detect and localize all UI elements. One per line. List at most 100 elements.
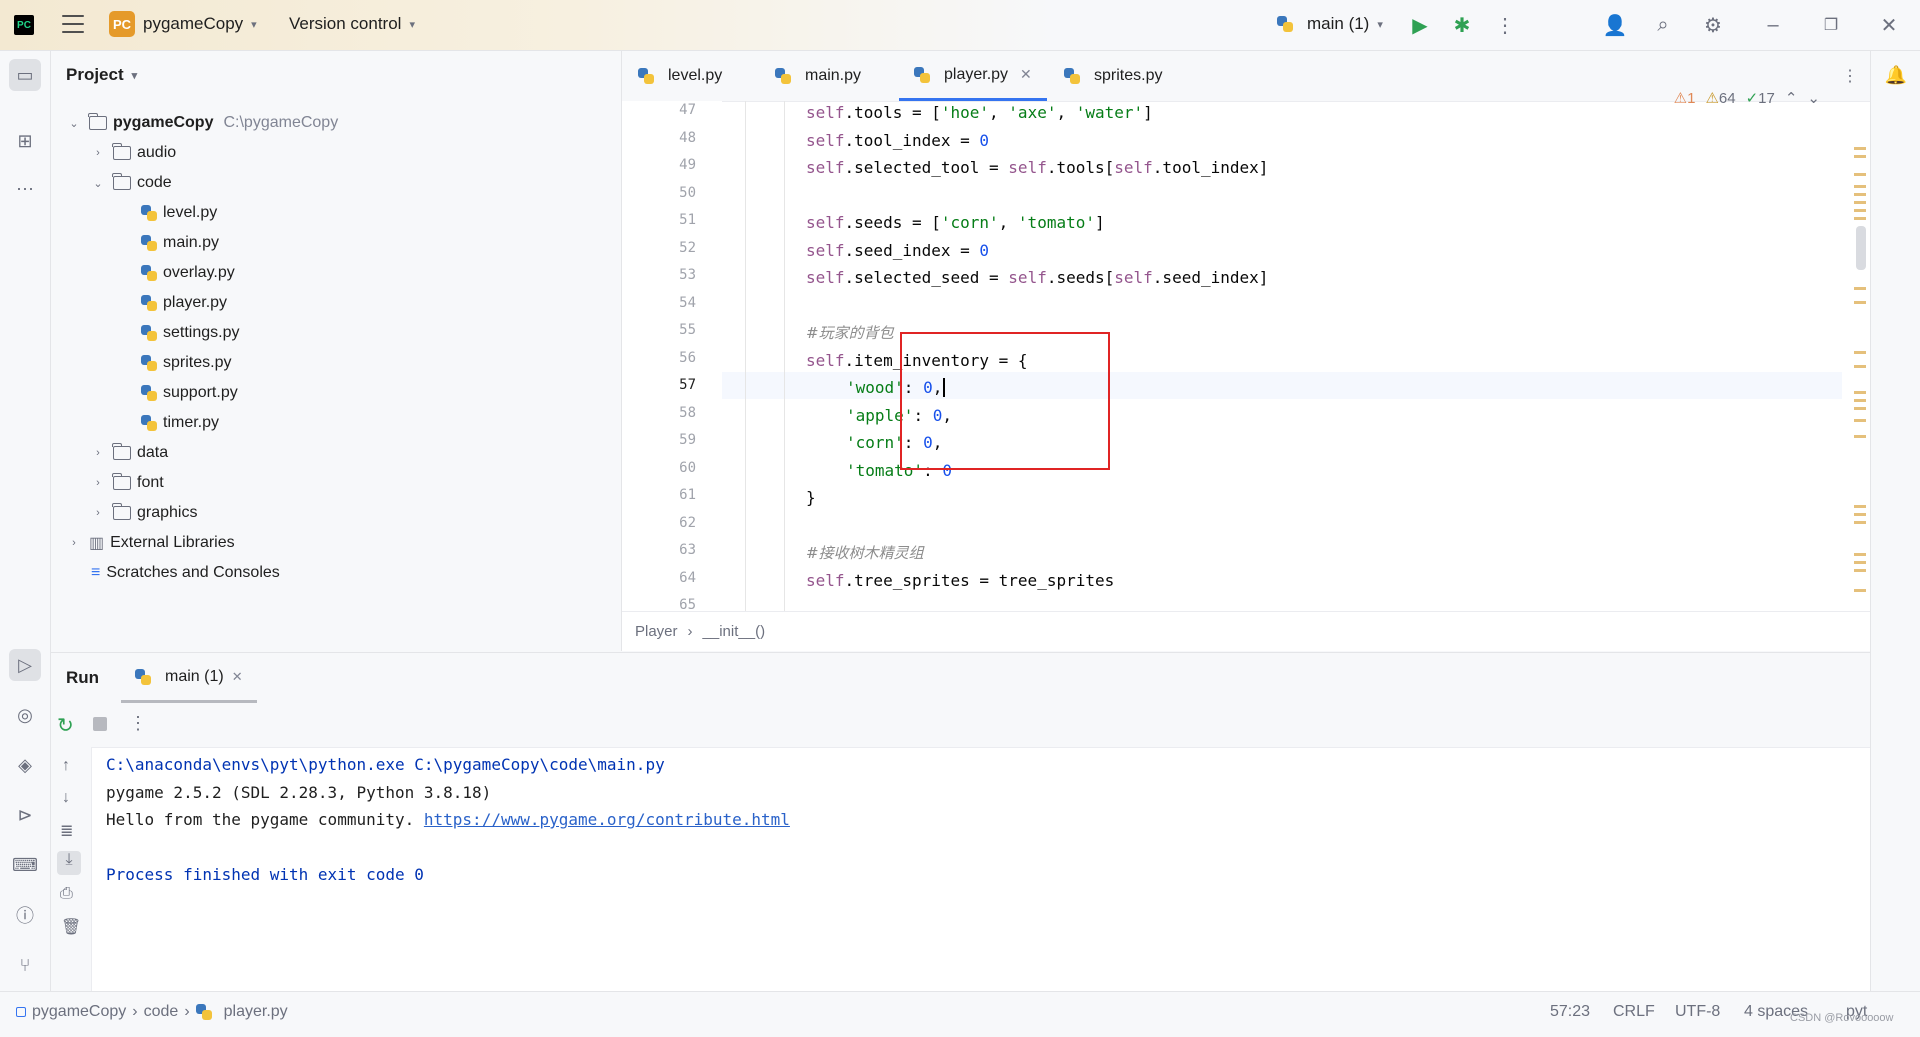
tree-item-data[interactable]: › data xyxy=(91,439,168,467)
breadcrumb-class[interactable]: Player xyxy=(635,623,678,640)
run-tab-main[interactable]: main (1) ✕ xyxy=(121,653,257,703)
trash-icon[interactable]: 🗑 xyxy=(61,917,81,937)
tree-item-overlay-py[interactable]: overlay.py xyxy=(141,259,235,287)
tree-root[interactable]: ⌄ pygameCopy C:\pygameCopy xyxy=(67,109,338,137)
error-stripe-marker xyxy=(1854,155,1866,158)
tree-item-external-libraries[interactable]: › ▥ External Libraries xyxy=(67,529,234,557)
left-tool-strip: ▭ ⊞ ⋯ ▷ ◎ ◈ ⊳ ⌨ ⓘ ⑂ xyxy=(0,51,51,991)
search-icon[interactable]: ⌕ xyxy=(1648,10,1678,40)
tree-item-font[interactable]: › font xyxy=(91,469,164,497)
tree-item-code[interactable]: ⌄ code xyxy=(91,169,172,197)
arrow-up-icon[interactable]: ↑ xyxy=(62,757,70,775)
status-path-file[interactable]: player.py xyxy=(224,1003,288,1021)
python-console-icon[interactable]: ◎ xyxy=(9,699,41,731)
indent-guide xyxy=(745,101,746,611)
rerun-icon[interactable]: ↻ xyxy=(57,713,74,738)
python-file-icon xyxy=(775,68,791,84)
chevron-right-icon[interactable]: › xyxy=(91,147,105,159)
console-line: Process finished with exit code 0 xyxy=(106,865,424,884)
editor-breadcrumb: Player › __init__() xyxy=(622,611,1870,651)
run-config-selector[interactable]: main (1) ▾ xyxy=(1277,14,1383,34)
problems-icon[interactable]: ⓘ xyxy=(9,899,41,931)
cursor-position[interactable]: 57:23 xyxy=(1550,992,1590,1031)
project-tool-folder-icon[interactable]: ▭ xyxy=(9,59,41,91)
close-tab-icon[interactable]: ✕ xyxy=(1020,66,1032,83)
console-link[interactable]: https://www.pygame.org/contribute.html xyxy=(424,810,790,829)
file-encoding[interactable]: UTF-8 xyxy=(1675,992,1720,1031)
close-window-icon[interactable]: ✕ xyxy=(1874,10,1904,40)
more-options-icon[interactable]: ⋮ xyxy=(129,713,147,734)
root-name: pygameCopy xyxy=(113,114,214,131)
line-separator[interactable]: CRLF xyxy=(1613,992,1655,1031)
services-icon[interactable]: ⊳ xyxy=(9,799,41,831)
git-icon[interactable]: ⑂ xyxy=(9,949,41,981)
chevron-right-icon[interactable]: › xyxy=(67,537,81,549)
watermark-text: CSDN @Rovooooow xyxy=(1790,1011,1894,1024)
status-path: pygameCopy › code › player.py xyxy=(16,992,288,1031)
python-file-icon xyxy=(195,1003,212,1020)
notifications-bell-icon[interactable]: 🔔 xyxy=(1880,59,1912,91)
main-menu-icon[interactable] xyxy=(62,15,84,33)
run-tool-icon[interactable]: ▷ xyxy=(9,649,41,681)
tab-level-py[interactable]: level.py xyxy=(638,51,722,101)
scrollbar-thumb[interactable] xyxy=(1856,226,1866,270)
run-icon[interactable]: ▶ xyxy=(1405,10,1435,40)
run-tab-label: main (1) xyxy=(165,667,224,685)
code-area[interactable]: self.tools = ['hoe', 'axe', 'water'] sel… xyxy=(722,101,1842,611)
close-tab-icon[interactable]: ✕ xyxy=(232,669,243,685)
print-icon[interactable]: ⎙ xyxy=(60,885,73,903)
tab-player-py[interactable]: player.py ✕ xyxy=(899,51,1047,101)
tab-options-icon[interactable]: ⋮ xyxy=(1842,51,1858,101)
minimize-icon[interactable]: – xyxy=(1758,10,1788,40)
more-actions-icon[interactable]: ⋮ xyxy=(1490,10,1520,40)
line-number: 59 xyxy=(679,432,696,448)
chevron-right-icon[interactable]: › xyxy=(91,507,105,519)
run-config-label: main (1) xyxy=(1307,14,1370,33)
tree-item-level-py[interactable]: level.py xyxy=(141,199,217,227)
add-user-icon[interactable]: 👤 xyxy=(1600,10,1630,40)
chevron-right-icon[interactable]: › xyxy=(91,477,105,489)
tree-item-graphics[interactable]: › graphics xyxy=(91,499,197,527)
chevron-down-icon[interactable]: ⌄ xyxy=(91,177,105,190)
stop-icon[interactable] xyxy=(93,717,107,731)
tree-item-support-py[interactable]: support.py xyxy=(141,379,238,407)
pycharm-logo-icon: PC xyxy=(14,15,34,35)
more-tools-icon[interactable]: ⋯ xyxy=(9,173,41,205)
tree-item-sprites-py[interactable]: sprites.py xyxy=(141,349,231,377)
tree-item-label: audio xyxy=(137,144,177,161)
structure-icon[interactable]: ⊞ xyxy=(9,125,41,157)
debug-icon[interactable]: ✱ xyxy=(1447,10,1477,40)
tree-item-audio[interactable]: › audio xyxy=(91,139,176,167)
line-number-current: 57 xyxy=(679,377,696,393)
vcs-menu[interactable]: Version control ▾ xyxy=(289,14,415,34)
tab-sprites-py[interactable]: sprites.py xyxy=(1064,51,1162,101)
terminal-icon[interactable]: ⌨ xyxy=(9,849,41,881)
breadcrumb-method[interactable]: __init__() xyxy=(703,623,766,640)
soft-wrap-icon[interactable]: ≣ xyxy=(60,821,73,841)
code-line-48: self.tool_index = 0 xyxy=(806,130,990,150)
settings-gear-icon[interactable]: ⚙ xyxy=(1698,10,1728,40)
status-path-folder[interactable]: code xyxy=(144,1003,179,1021)
chevron-right-icon[interactable]: › xyxy=(91,447,105,459)
scroll-to-end-icon[interactable]: ⤓ xyxy=(57,851,81,875)
project-switcher[interactable]: PC pygameCopy ▾ xyxy=(109,11,257,37)
layers-icon[interactable]: ◈ xyxy=(9,749,41,781)
restore-icon[interactable]: ❐ xyxy=(1816,10,1846,40)
tree-item-main-py[interactable]: main.py xyxy=(141,229,219,257)
tree-item-scratches[interactable]: ≡ Scratches and Consoles xyxy=(91,559,280,587)
right-tool-strip: 🔔 xyxy=(1870,51,1920,991)
tab-main-py[interactable]: main.py xyxy=(775,51,861,101)
error-stripe-marker xyxy=(1854,399,1866,402)
tree-item-timer-py[interactable]: timer.py xyxy=(141,409,219,437)
console-output[interactable]: C:\anaconda\envs\pyt\python.exe C:\pygam… xyxy=(106,751,790,889)
arrow-down-icon[interactable]: ↓ xyxy=(62,789,70,807)
status-path-project[interactable]: pygameCopy xyxy=(32,1003,126,1021)
tree-item-player-py[interactable]: player.py xyxy=(141,289,227,317)
python-file-icon xyxy=(141,415,157,431)
code-line-63-comment: #接收树木精灵组 xyxy=(806,544,924,562)
chevron-down-icon: ▾ xyxy=(1377,18,1383,31)
project-panel-header[interactable]: Project ▾ xyxy=(66,65,137,85)
chevron-down-icon[interactable]: ⌄ xyxy=(67,117,81,130)
folder-icon xyxy=(88,113,107,130)
tree-item-settings-py[interactable]: settings.py xyxy=(141,319,239,347)
